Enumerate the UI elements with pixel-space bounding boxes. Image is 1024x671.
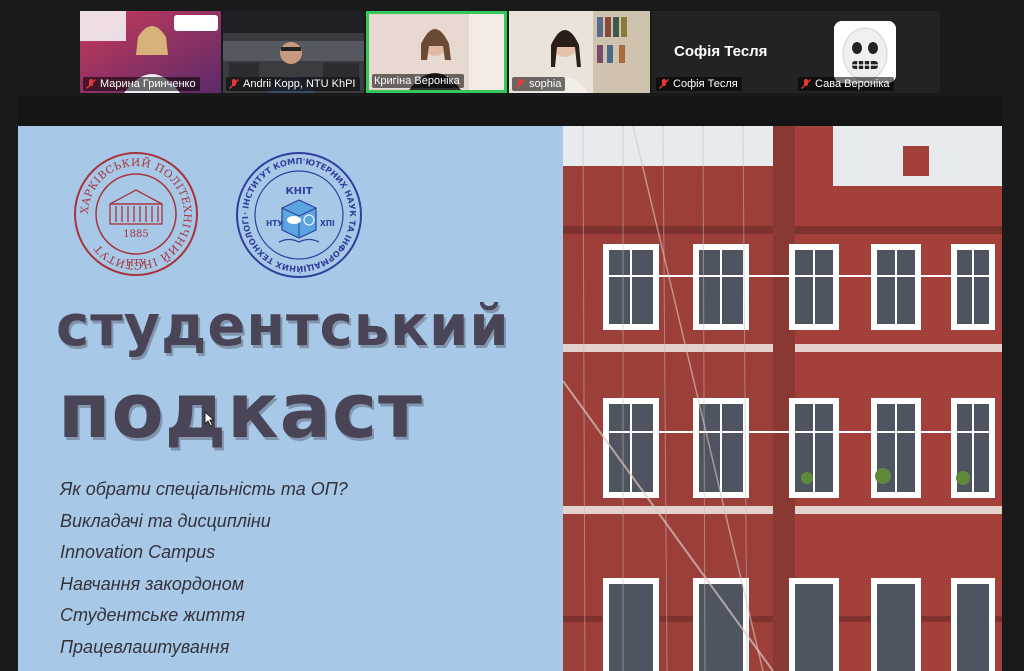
svg-text:ХПІ: ХПІ <box>320 219 335 228</box>
egg-face-icon <box>834 21 897 83</box>
mouse-cursor-icon <box>204 411 216 427</box>
muted-mic-icon <box>229 79 239 89</box>
participant-nametag: sophia <box>512 77 566 91</box>
participant-name: Сава Вероніка <box>815 78 890 90</box>
participant-name: Andrii Kopp, NTU KhPI <box>243 78 356 90</box>
shared-screen-header <box>18 96 1002 126</box>
participant-tile[interactable]: Andrii Kopp, NTU KhPI <box>223 11 364 93</box>
kpi-seal-logo: ХАРКІВСЬКИЙ ПОЛІТЕХНІЧНИЙ ІНСТИТУТ 1885 … <box>74 152 198 276</box>
participant-tile-active-speaker[interactable]: Кригіна Вероніка <box>366 11 508 93</box>
list-item: Innovation Campus <box>60 542 216 562</box>
list-item: Викладачі та дисципліни <box>60 510 271 531</box>
knit-institute-logo: · ІНСТИТУТ КОМП'ЮТЕРНИХ НАУК ТА ІНФОРМАЦ… <box>234 150 362 278</box>
university-building-photo <box>563 126 1002 671</box>
participant-name: Кригіна Вероніка <box>374 75 460 87</box>
muted-mic-icon <box>801 79 812 89</box>
participant-name: Софія Тесля <box>673 78 738 90</box>
participant-nametag: Марина Гринченко <box>83 77 200 91</box>
participant-strip: Марина Гринченко Andrii Kopp, NTU KhPI К… <box>80 11 940 93</box>
participant-tile[interactable]: sophia <box>509 11 651 93</box>
slide-title-line1: студентський <box>56 294 510 359</box>
muted-mic-icon <box>659 79 670 89</box>
list-item: Як обрати спеціальність та ОП? <box>60 479 348 499</box>
svg-text:1885: 1885 <box>123 229 148 240</box>
participant-nametag: Софія Тесля <box>656 77 742 91</box>
list-item: Навчання закордоном <box>60 573 245 594</box>
svg-text:НТУ: НТУ <box>266 219 283 228</box>
muted-mic-icon <box>515 79 526 89</box>
shared-slide: ХАРКІВСЬКИЙ ПОЛІТЕХНІЧНИЙ ІНСТИТУТ 1885 … <box>18 126 1002 671</box>
list-item: Працевлаштування <box>60 636 230 657</box>
svg-text:КНІТ: КНІТ <box>285 186 312 197</box>
camera-off-name: Софія Тесля <box>674 43 768 60</box>
participant-nametag: Кригіна Вероніка <box>372 74 464 88</box>
participant-name: Марина Гринченко <box>100 78 196 90</box>
muted-mic-icon <box>86 79 96 89</box>
participant-tile-group[interactable]: Софія Тесля Софія Тесля Сава Вероніка <box>652 11 940 93</box>
participant-tile[interactable]: Марина Гринченко <box>80 11 221 93</box>
svg-text:НТУ: НТУ <box>126 259 147 269</box>
participant-nametag: Andrii Kopp, NTU KhPI <box>226 77 360 91</box>
avatar <box>834 21 897 83</box>
list-item: Студентське життя <box>60 605 246 625</box>
participant-nametag: Сава Вероніка <box>798 77 894 91</box>
topic-list: Як обрати спеціальність та ОП? Викладачі… <box>60 474 348 663</box>
participant-name: sophia <box>529 78 562 90</box>
slide-title-line2: подкаст <box>58 366 424 455</box>
